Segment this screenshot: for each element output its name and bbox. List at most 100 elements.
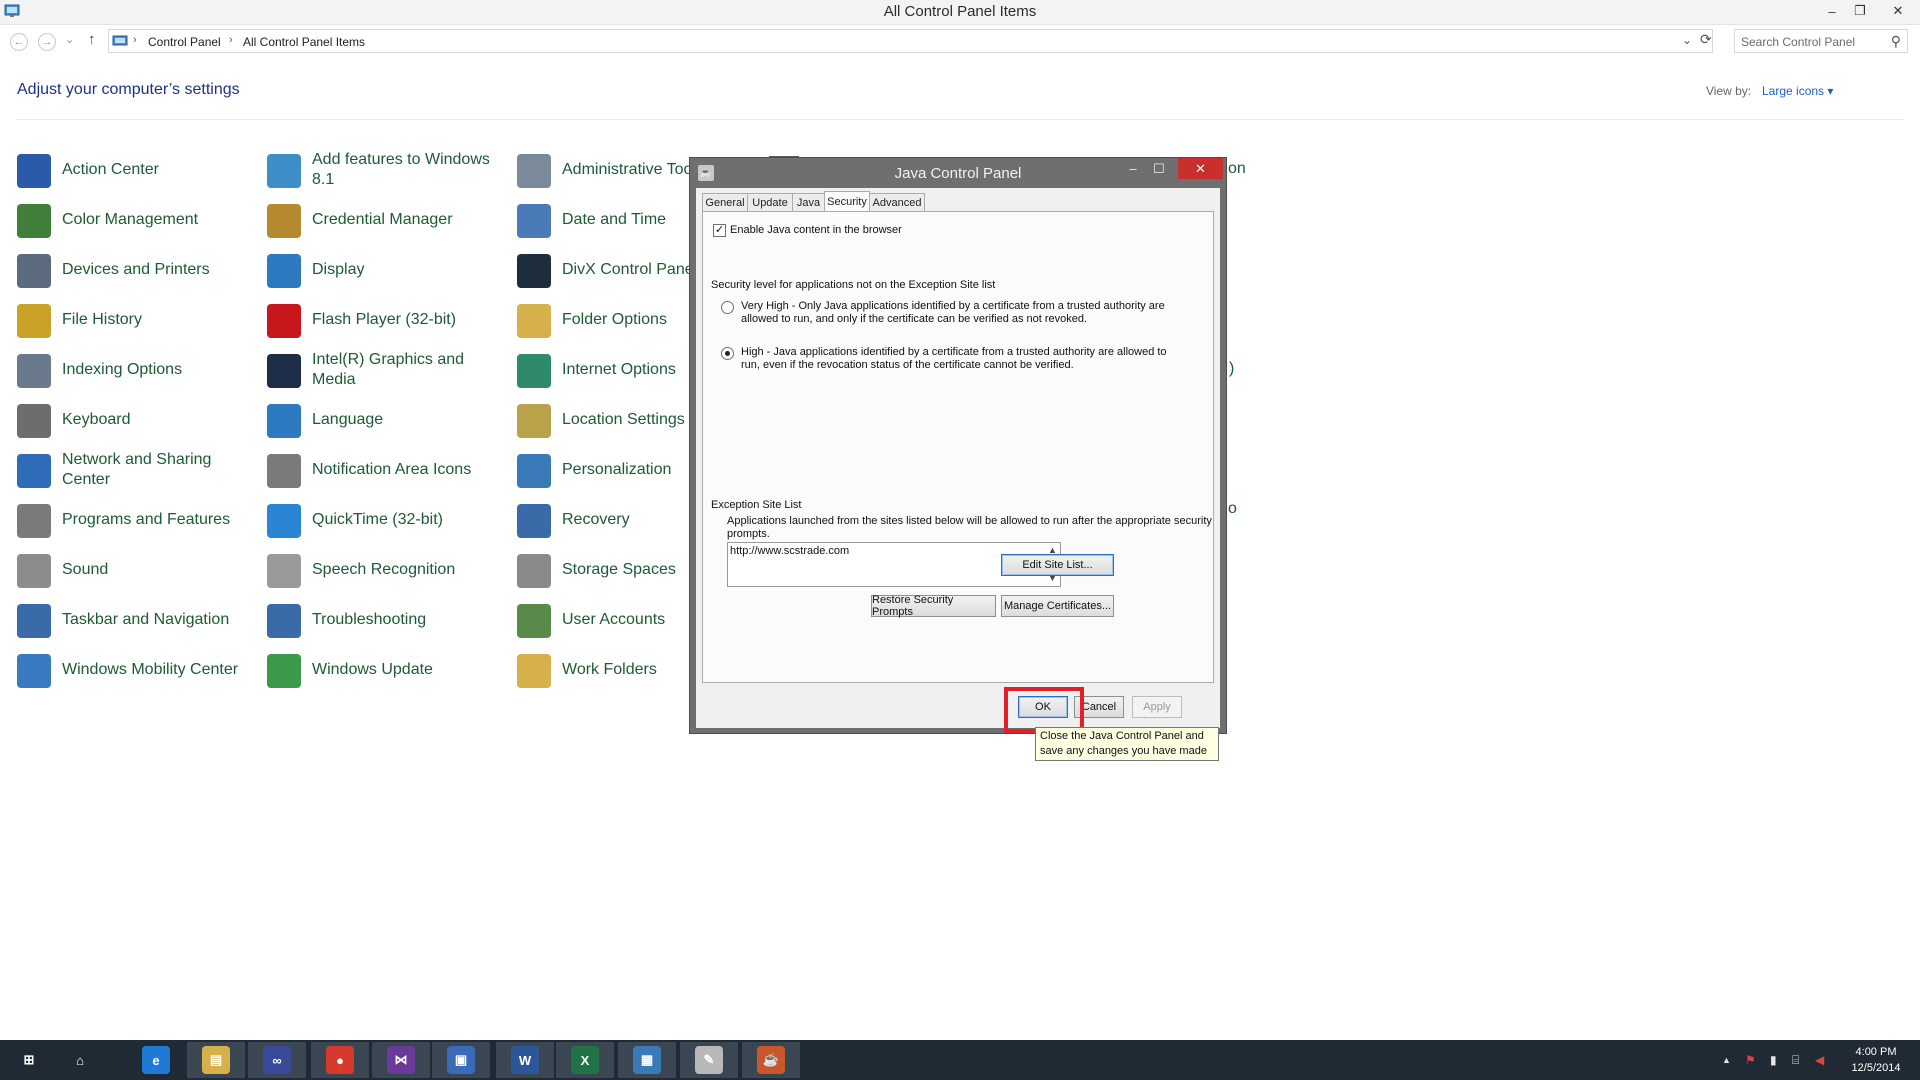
- search-icon[interactable]: ⚲: [1891, 33, 1901, 50]
- cp-item-speaker[interactable]: Sound: [17, 550, 257, 590]
- site-list-entry[interactable]: http://www.scstrade.com: [730, 545, 849, 557]
- tab-security[interactable]: Security: [824, 191, 870, 213]
- minimize-button[interactable]: –: [1818, 0, 1846, 22]
- cp-item-calendar[interactable]: Date and Time: [517, 200, 689, 240]
- search-input[interactable]: Search Control Panel ⚲: [1734, 29, 1908, 53]
- taskbar-paint-button[interactable]: ✎: [680, 1042, 738, 1078]
- tooltip-line1: Close the Java Control Panel and: [1040, 730, 1204, 742]
- tab-general[interactable]: General: [702, 193, 748, 212]
- recent-locations-button[interactable]: ⌄: [65, 33, 74, 46]
- breadcrumb-all-items[interactable]: All Control Panel Items: [243, 35, 365, 49]
- apply-button[interactable]: Apply: [1132, 696, 1182, 718]
- cp-item-add-features[interactable]: Add features to Windows 8.1: [267, 150, 507, 190]
- taskbar-visual-studio-button[interactable]: ⋈: [372, 1042, 430, 1078]
- taskbar-infinity-app-button[interactable]: ∞: [248, 1042, 306, 1078]
- network-icon[interactable]: ⌸: [1792, 1040, 1799, 1080]
- taskbar-control-panel-button[interactable]: ▦: [618, 1042, 676, 1078]
- taskbar-chrome-button[interactable]: ●: [311, 1042, 369, 1078]
- cp-item-language[interactable]: Language: [267, 400, 507, 440]
- back-button[interactable]: ←: [10, 33, 28, 51]
- cp-item-microphone[interactable]: Speech Recognition: [267, 550, 507, 590]
- cp-item-folder[interactable]: Folder Options: [517, 300, 689, 340]
- cp-item-mobility[interactable]: Windows Mobility Center: [17, 650, 257, 690]
- cp-item-flag[interactable]: Action Center: [17, 150, 257, 190]
- cp-item-keyboard[interactable]: Keyboard: [17, 400, 257, 440]
- taskbar-start-button[interactable]: ⊞: [0, 1042, 58, 1078]
- cp-item-flash[interactable]: Flash Player (32-bit): [267, 300, 507, 340]
- taskbar-file-explorer-button[interactable]: ▤: [187, 1042, 245, 1078]
- dialog-maximize-button[interactable]: ☐: [1146, 158, 1172, 179]
- cp-item-globe[interactable]: Internet Options: [517, 350, 689, 390]
- address-box[interactable]: › Control Panel › All Control Panel Item…: [108, 29, 1713, 53]
- cp-item-label: Folder Options: [562, 311, 667, 328]
- cp-item-work-folders[interactable]: Work Folders: [517, 650, 689, 690]
- close-window-button[interactable]: ✕: [1880, 0, 1916, 22]
- cp-item-divx[interactable]: DivX Control Pane: [517, 250, 689, 290]
- cp-item-personalization[interactable]: Personalization: [517, 450, 689, 490]
- cp-item-programs[interactable]: Programs and Features: [17, 500, 257, 540]
- cp-item-notification[interactable]: Notification Area Icons: [267, 450, 507, 490]
- high-radio[interactable]: [721, 347, 734, 360]
- cp-item-file-history[interactable]: File History: [17, 300, 257, 340]
- battery-icon[interactable]: ▮: [1770, 1040, 1777, 1080]
- tab-java[interactable]: Java: [792, 193, 825, 212]
- dialog-close-button[interactable]: ✕: [1178, 158, 1223, 179]
- restore-security-prompts-button[interactable]: Restore Security Prompts: [871, 594, 996, 618]
- indexing-icon: [17, 354, 51, 388]
- edit-site-list-button[interactable]: Edit Site List...: [1001, 554, 1114, 576]
- cp-item-label: Recovery: [562, 511, 630, 528]
- forward-button[interactable]: →: [38, 33, 56, 51]
- taskbar-remote-desktop-button[interactable]: ▣: [432, 1042, 490, 1078]
- tray-overflow-arrow[interactable]: ▲: [1722, 1040, 1731, 1080]
- taskbar-word-button[interactable]: W: [496, 1042, 554, 1078]
- dialog-minimize-button[interactable]: –: [1120, 158, 1146, 179]
- folder-icon: [517, 304, 551, 338]
- breadcrumb-control-panel[interactable]: Control Panel: [148, 35, 221, 49]
- cp-item-admin-tools[interactable]: Administrative Too: [517, 150, 689, 190]
- cp-item-label: Color Management: [62, 211, 199, 228]
- breadcrumb-separator: ›: [133, 34, 137, 46]
- enable-java-checkbox[interactable]: ✓: [713, 224, 726, 237]
- up-button[interactable]: ↑: [88, 31, 96, 48]
- cp-item-indexing[interactable]: Indexing Options: [17, 350, 257, 390]
- cp-item-windows-update[interactable]: Windows Update: [267, 650, 507, 690]
- cp-item-intel-graphics[interactable]: Intel(R) Graphics and Media: [267, 350, 507, 390]
- cp-item-storage[interactable]: Storage Spaces: [517, 550, 689, 590]
- taskbar-internet-explorer-button[interactable]: e: [127, 1042, 185, 1078]
- cp-item-location[interactable]: Location Settings: [517, 400, 689, 440]
- clock-time: 4:00 PM: [1855, 1046, 1897, 1058]
- cp-item-display[interactable]: Display: [267, 250, 507, 290]
- cp-item-label-line2: Center: [62, 471, 111, 488]
- cp-item-taskbar[interactable]: Taskbar and Navigation: [17, 600, 257, 640]
- cp-item-label-line2: Media: [312, 371, 356, 388]
- very-high-radio[interactable]: [721, 301, 734, 314]
- volume-icon[interactable]: ◀: [1815, 1040, 1824, 1080]
- taskbar-home-button[interactable]: ⌂: [51, 1042, 109, 1078]
- address-dropdown-button[interactable]: ⌄: [1682, 33, 1692, 47]
- clock-date: 12/5/2014: [1851, 1062, 1901, 1074]
- taskbar-java-button[interactable]: ☕: [742, 1042, 800, 1078]
- cp-item-troubleshooting[interactable]: Troubleshooting: [267, 600, 507, 640]
- cp-item-credential[interactable]: Credential Manager: [267, 200, 507, 240]
- taskbar-excel-button[interactable]: X: [556, 1042, 614, 1078]
- view-by-dropdown[interactable]: Large icons ▾: [1762, 84, 1833, 98]
- cp-item-network[interactable]: Network and Sharing Center: [17, 450, 257, 490]
- tab-update[interactable]: Update: [747, 193, 793, 212]
- restore-button[interactable]: ❐: [1846, 0, 1874, 22]
- system-clock[interactable]: 4:00 PM 12/5/2014: [1840, 1044, 1912, 1076]
- exception-site-list-heading: Exception Site List: [711, 499, 802, 511]
- cp-item-label: Troubleshooting: [312, 611, 427, 628]
- cp-item-color-management[interactable]: Color Management: [17, 200, 257, 240]
- tab-advanced[interactable]: Advanced: [869, 193, 925, 212]
- cp-item-label: Display: [312, 261, 365, 278]
- cp-item-quicktime[interactable]: QuickTime (32-bit): [267, 500, 507, 540]
- enable-java-label: Enable Java content in the browser: [730, 224, 902, 236]
- cp-item-label: Notification Area Icons: [312, 461, 472, 478]
- manage-certificates-button[interactable]: Manage Certificates...: [1001, 595, 1114, 617]
- cp-item-recovery[interactable]: Recovery: [517, 500, 689, 540]
- action-center-flag-icon[interactable]: ⚑: [1745, 1040, 1756, 1080]
- cp-item-label-line1: Add features to Windows: [312, 151, 490, 168]
- cp-item-user-accounts[interactable]: User Accounts: [517, 600, 689, 640]
- refresh-button[interactable]: ⟳: [1700, 31, 1712, 48]
- cp-item-printer[interactable]: Devices and Printers: [17, 250, 257, 290]
